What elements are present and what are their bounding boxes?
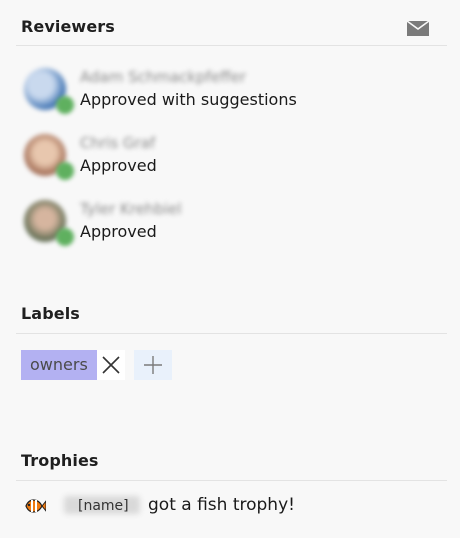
- trophies-divider: [16, 480, 447, 481]
- reviewer-vote-status: Approved: [80, 222, 157, 241]
- trophy-user-name: [name]: [78, 498, 129, 514]
- approved-badge-icon: [56, 162, 74, 180]
- plus-icon: [144, 356, 162, 374]
- reviewer-vote-status: Approved: [80, 156, 157, 175]
- remove-label-button[interactable]: [97, 350, 125, 380]
- labels-heading: Labels: [21, 304, 80, 323]
- approved-badge-icon: [56, 96, 74, 114]
- trophies-heading: Trophies: [21, 451, 99, 470]
- reviewer-item-2[interactable]: Tyler Krehbiel Approved: [24, 198, 444, 260]
- trophy-message: got a fish trophy!: [148, 495, 295, 515]
- reviewer-name: Adam Schmackpfeffer: [80, 68, 246, 86]
- label-chip-owners[interactable]: owners: [21, 350, 97, 380]
- add-label-button[interactable]: [134, 350, 172, 380]
- trophy-item: [name] got a fish trophy!: [24, 494, 444, 520]
- approved-badge-icon: [56, 228, 74, 246]
- reviewers-divider: [16, 45, 447, 46]
- reviewers-heading: Reviewers: [21, 17, 115, 36]
- reviewer-name: Chris Graf: [80, 134, 156, 152]
- reviewer-vote-status: Approved with suggestions: [80, 90, 297, 109]
- mail-icon[interactable]: [406, 19, 430, 37]
- reviewer-name: Tyler Krehbiel: [80, 200, 182, 218]
- fish-trophy-icon: [24, 496, 47, 516]
- reviewer-item-0[interactable]: Adam Schmackpfeffer Approved with sugges…: [24, 66, 444, 128]
- close-icon: [102, 356, 120, 374]
- labels-divider: [16, 333, 447, 334]
- reviewer-item-1[interactable]: Chris Graf Approved: [24, 132, 444, 194]
